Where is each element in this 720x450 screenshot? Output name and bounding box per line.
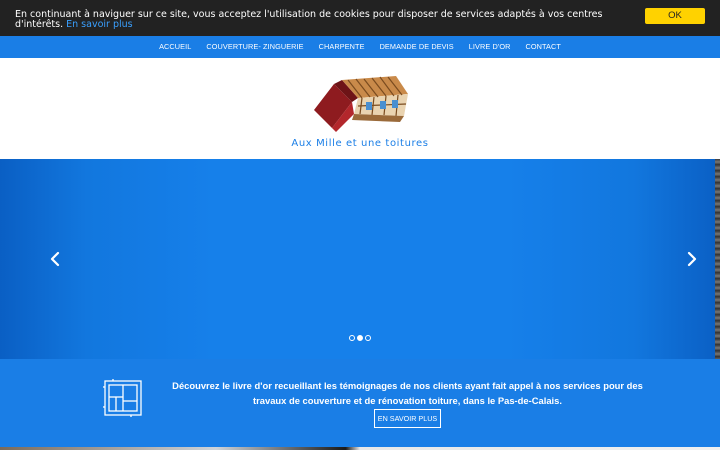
nav-item-livre-d-or[interactable]: LIVRE D'OR [461,36,518,58]
cookie-message: En continuant à naviguer sur ce site, vo… [15,10,640,30]
hero-carousel [0,159,720,359]
main-nav: ACCUEIL COUVERTURE- ZINGUERIE CHARPENTE … [0,36,720,58]
nav-item-demande-de-devis[interactable]: DEMANDE DE DEVIS [372,36,461,58]
next-slide-preview [715,159,720,359]
learn-more-button[interactable]: EN SAVOIR PLUS [374,409,441,428]
chevron-left-icon[interactable] [47,251,63,267]
carousel-dot-active[interactable] [357,335,363,341]
cookie-more-link[interactable]: En savoir plus [66,19,132,30]
cookie-banner: En continuant à naviguer sur ce site, vo… [0,0,720,36]
carousel-indicators [349,335,371,341]
blueprint-icon [103,379,142,417]
carousel-dot[interactable] [349,335,355,341]
nav-item-accueil[interactable]: ACCUEIL [152,36,199,58]
guestbook-description: Découvrez le livre d'or recueillant les … [172,380,643,406]
site-header: Aux Mille et une toitures [0,58,720,159]
carousel-dot[interactable] [365,335,371,341]
nav-item-couverture-zinguerie[interactable]: COUVERTURE- ZINGUERIE [199,36,311,58]
cookie-ok-button[interactable]: OK [645,8,705,24]
nav-item-contact[interactable]: CONTACT [518,36,568,58]
house-roof-logo[interactable] [312,72,408,134]
site-title: Aux Mille et une toitures [291,138,429,149]
chevron-right-icon[interactable] [684,251,700,267]
guestbook-promo: Découvrez le livre d'or recueillant les … [0,359,720,450]
nav-item-charpente[interactable]: CHARPENTE [311,36,372,58]
